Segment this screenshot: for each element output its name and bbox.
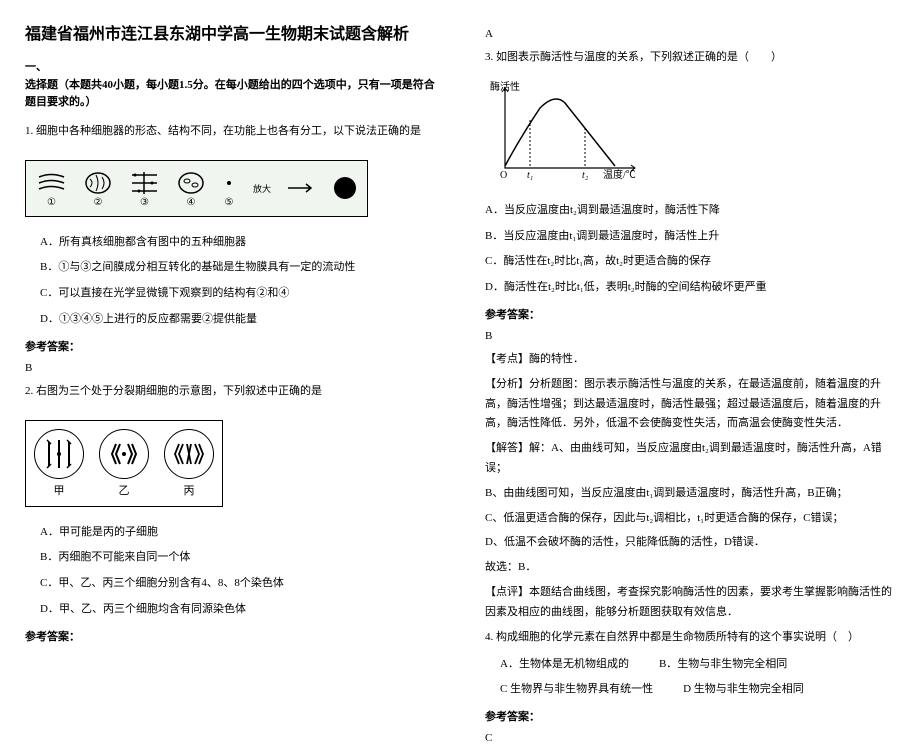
q1-text: 1. 细胞中各种细胞器的形态、结构不同，在功能上也各有分工，以下说法正确的是 [25, 122, 435, 142]
q3-solve: 【解答】解：A、由曲线可知，当反应温度由t₂调到最适温度时，酶活性升高，A错误； [485, 439, 895, 479]
section-desc: 选择题（本题共40小题，每小题1.5分。在每小题给出的四个选项中，只有一项是符合… [25, 79, 435, 109]
organelle-enlarged-icon [331, 174, 359, 202]
q2-answer-label: 参考答案： [25, 628, 435, 644]
q3-opt-c: C．酶活性在t₂时比t₁高，故t₂时更适合酶的保存 [485, 252, 895, 272]
q3-chart: 酶活性 O t₁ t₂ 温度/℃ [485, 78, 895, 191]
q3-solve-label: 【解答】解： [485, 442, 551, 454]
chart-ylabel: 酶活性 [490, 80, 520, 93]
org-label-4: ④ [187, 197, 196, 208]
page-title: 福建省福州市连江县东湖中学高一生物期末试题含解析 [25, 20, 435, 44]
q1-opt-b: B．①与③之间膜成分相互转化的基础是生物膜具有一定的流动性 [40, 258, 435, 278]
q1-answer-label: 参考答案： [25, 338, 435, 354]
q4-opt-c: C 生物界与非生物界具有统一性 [500, 680, 653, 700]
organelle-2-icon [84, 169, 112, 197]
section-header: 一、 选择题（本题共40小题，每小题1.5分。在每小题给出的四个选项中，只有一项… [25, 59, 435, 112]
q3-opt-b: B．当反应温度由t₁调到最适温度时，酶活性上升 [485, 227, 895, 247]
q3-choose: 故选：B． [485, 558, 895, 578]
q4-answer: C [485, 732, 895, 744]
q4-opt-d: D 生物与非生物完全相同 [683, 680, 804, 700]
cell-jia-icon [34, 429, 84, 479]
q2-opt-a: A．甲可能是丙的子细胞 [40, 523, 435, 543]
chart-xlabel: 温度/℃ [603, 168, 636, 181]
q4-answer-label: 参考答案： [485, 708, 895, 724]
q3-text: 3. 如图表示酶活性与温度的关系，下列叙述正确的是（ ） [485, 48, 895, 68]
section-num: 一、 [25, 61, 47, 73]
q1-opt-a: A．所有真核细胞都含有图中的五种细胞器 [40, 233, 435, 253]
cell-bing-icon [164, 429, 214, 479]
cell-yi-icon [99, 429, 149, 479]
organelle-5-icon [220, 169, 238, 197]
org-label-1: ① [47, 197, 56, 208]
q1-diagram: ① ② ③ ④ ⑤ 放大 [25, 160, 368, 217]
q3-answer-label: 参考答案： [485, 306, 895, 322]
q1-answer: B [25, 362, 435, 374]
q4-text: 4. 构成细胞的化学元素在自然界中都是生命物质所特有的这个事实说明（ ） [485, 628, 895, 648]
chart-origin: O [500, 170, 507, 181]
chart-t2: t₂ [582, 170, 589, 181]
q4-opt-a: A．生物体是无机物组成的 [500, 655, 629, 675]
q3-comment: 【点评】本题结合曲线图，考查探究影响酶活性的因素，要求考生掌握影响酶活性的因素及… [485, 583, 895, 623]
q3-point: 【考点】酶的特性． [485, 350, 895, 370]
organelle-1-icon [34, 169, 69, 197]
org-label-5: ⑤ [225, 197, 234, 208]
cell-label-yi: 乙 [119, 482, 130, 498]
q3-solve-b: B、由曲线图可知，当反应温度由t₁调到最适温度时，酶活性升高，B正确； [485, 484, 895, 504]
q2-opt-d: D．甲、乙、丙三个细胞均含有同源染色体 [40, 600, 435, 620]
q2-text: 2. 右图为三个处于分裂期细胞的示意图，下列叙述中正确的是 [25, 382, 435, 402]
q3-analysis: 【分析】分析题图：图示表示酶活性与温度的关系，在最适温度前，随着温度的升高，酶活… [485, 375, 895, 434]
q3-solve-d: D、低温不会破坏酶的活性，只能降低酶的活性，D错误． [485, 533, 895, 553]
org-label-2: ② [94, 197, 103, 208]
q1-opt-d: D．①③④⑤上进行的反应都需要②提供能量 [40, 310, 435, 330]
q2-answer: A [485, 28, 895, 40]
q4-opt-b: B．生物与非生物完全相同 [659, 655, 787, 675]
q3-opt-d: D．酶活性在t₂时比t₁低，表明t₂时酶的空间结构破坏更严重 [485, 278, 895, 298]
organelle-3-icon [127, 169, 162, 197]
cell-label-bing: 丙 [184, 482, 195, 498]
q3-solve-c: C、低温更适合酶的保存，因此与t₂调相比，t₁时更适合酶的保存，C错误； [485, 509, 895, 529]
q2-opt-b: B．丙细胞不可能来自同一个体 [40, 548, 435, 568]
chart-t1: t₁ [527, 170, 533, 181]
arrow-icon [286, 182, 316, 194]
q3-answer: B [485, 330, 895, 342]
q2-opt-c: C．甲、乙、丙三个细胞分别含有4、8、8个染色体 [40, 574, 435, 594]
cell-label-jia: 甲 [54, 482, 65, 498]
q3-opt-a: A．当反应温度由t₂调到最适温度时，酶活性下降 [485, 201, 895, 221]
organelle-4-icon [177, 169, 205, 197]
q2-diagram: 甲 乙 丙 [25, 420, 223, 507]
arrow-label: 放大 [253, 182, 271, 195]
org-label-3: ③ [140, 197, 149, 208]
q1-opt-c: C．可以直接在光学显微镜下观察到的结构有②和④ [40, 284, 435, 304]
